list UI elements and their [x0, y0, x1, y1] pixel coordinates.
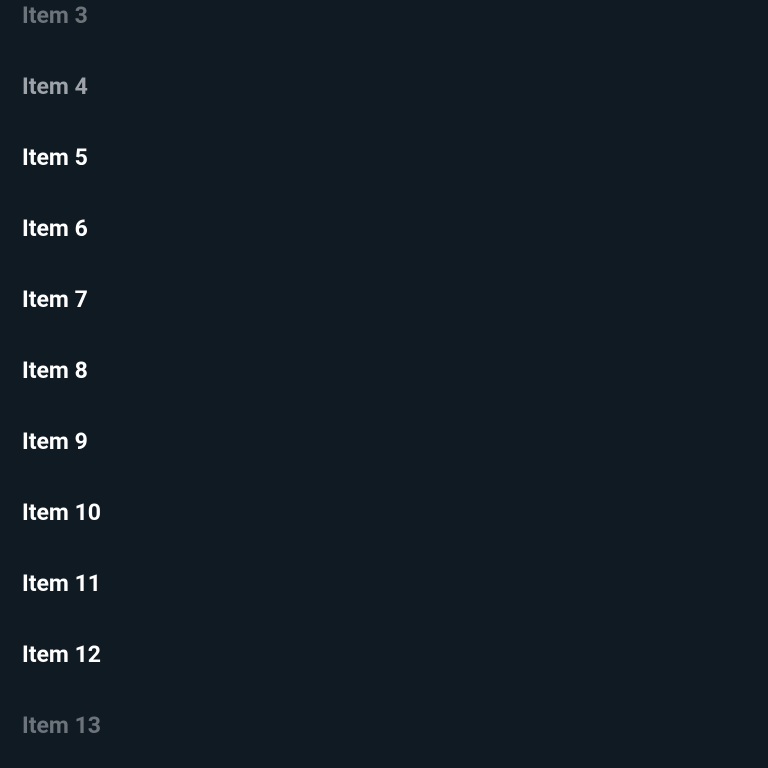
list-item[interactable]: Item 13 — [22, 714, 768, 737]
list-item[interactable]: Item 10 — [22, 501, 768, 524]
list-item[interactable]: Item 8 — [22, 359, 768, 382]
list-item[interactable]: Item 4 — [22, 75, 768, 98]
list-item[interactable]: Item 12 — [22, 643, 768, 666]
list-item[interactable]: Item 6 — [22, 217, 768, 240]
list-item[interactable]: Item 5 — [22, 146, 768, 169]
list-item[interactable]: Item 11 — [22, 572, 768, 595]
list-item[interactable]: Item 7 — [22, 288, 768, 311]
list-container: Item 3 Item 4 Item 5 Item 6 Item 7 Item … — [0, 4, 768, 737]
list-item[interactable]: Item 9 — [22, 430, 768, 453]
list-item[interactable]: Item 3 — [22, 4, 768, 27]
